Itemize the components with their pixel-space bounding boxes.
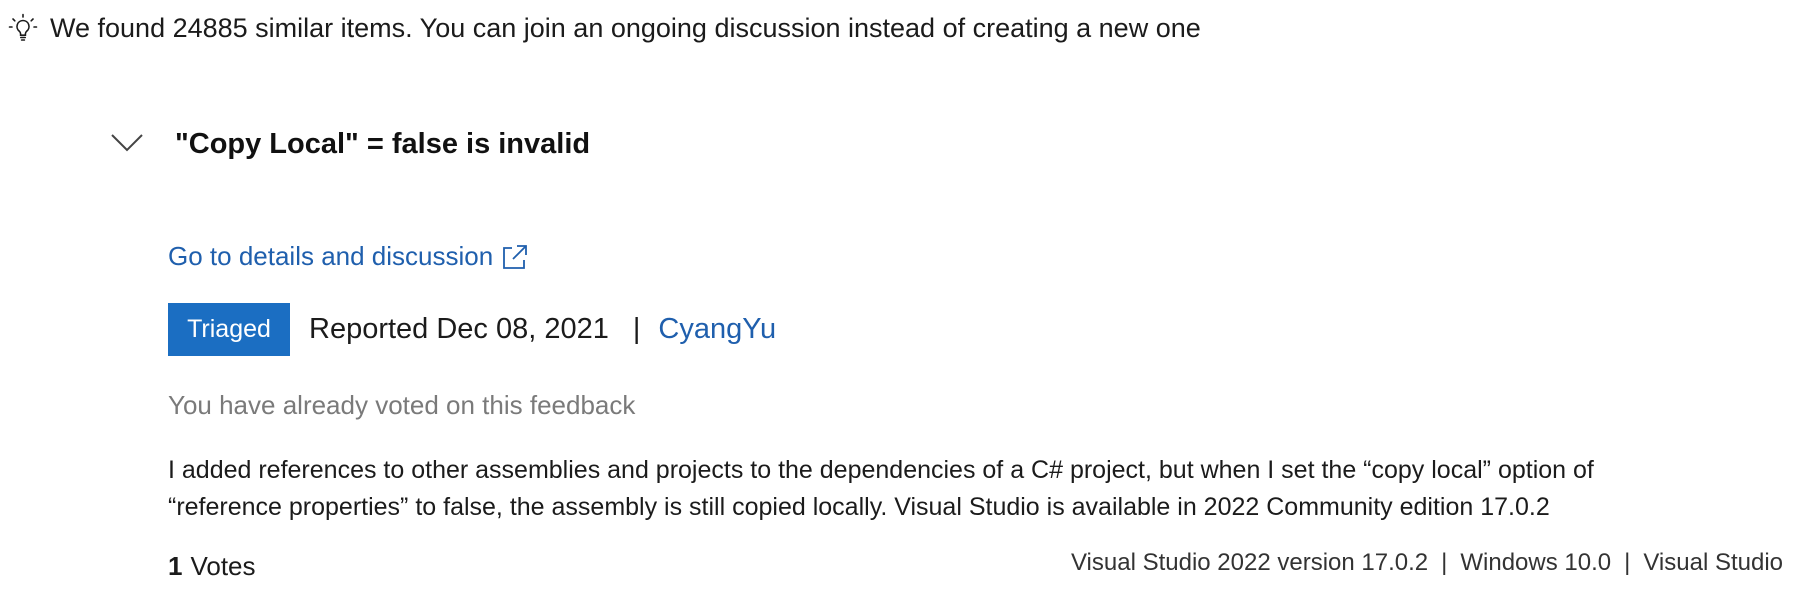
vote-count-number: 1 (168, 551, 183, 581)
details-discussion-link[interactable]: Go to details and discussion (168, 241, 529, 272)
vote-count-label: Votes (190, 551, 256, 581)
meta-separator: | (632, 313, 641, 345)
details-link-label: Go to details and discussion (168, 241, 494, 271)
status-badge: Triaged (168, 303, 290, 356)
similar-item-card: "Copy Local" = false is invalid Go to de… (0, 0, 1809, 603)
item-meta-row: Triaged Reported Dec 08, 2021 | CyangYu (168, 303, 776, 356)
author-link[interactable]: CyangYu (658, 313, 776, 346)
tag-os: Windows 10.0 (1460, 549, 1612, 576)
description-line: “reference properties” to false, the ass… (168, 493, 1550, 521)
reported-date: Reported Dec 08, 2021 (309, 313, 609, 345)
item-description: I added references to other assemblies a… (168, 452, 1798, 526)
tag-product: Visual Studio (1643, 549, 1783, 576)
external-link-icon (501, 243, 529, 271)
description-line: I added references to other assemblies a… (168, 456, 1594, 484)
tag-separator: | (1624, 549, 1631, 576)
item-title: "Copy Local" = false is invalid (175, 128, 591, 160)
chevron-down-icon[interactable] (110, 132, 144, 154)
already-voted-note: You have already voted on this feedback (168, 390, 636, 420)
vote-count: 1 Votes (168, 551, 256, 582)
tag-product-version: Visual Studio 2022 version 17.0.2 (1070, 549, 1429, 576)
tag-separator: | (1441, 549, 1448, 576)
item-tags: Visual Studio 2022 version 17.0.2 | Window… (1071, 549, 1783, 577)
